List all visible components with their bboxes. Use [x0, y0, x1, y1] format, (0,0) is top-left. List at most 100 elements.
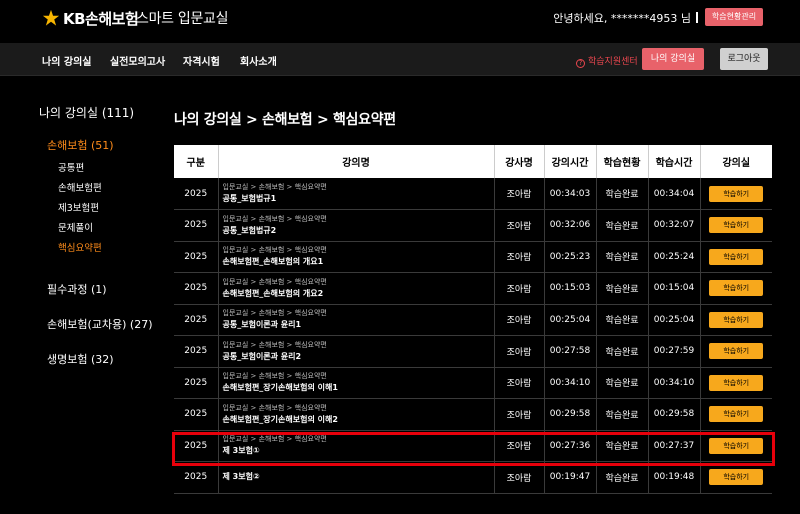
- lecture-table: 구분 강의명 강사명 강의시간 학습현황 학습시간 강의실 2025 입문교실 >…: [174, 145, 772, 494]
- study-button[interactable]: 학습하기: [709, 185, 764, 202]
- study-button[interactable]: 학습하기: [709, 406, 764, 423]
- cell-study-time: 00:19:48: [647, 461, 700, 494]
- cell-study-status: 학습완료: [595, 367, 648, 399]
- cell-lecture-name: 입문교실 > 손해보험 > 핵심요약편공통_보험법규2: [217, 209, 494, 242]
- cell-lecture-time: 00:29:58: [543, 398, 596, 431]
- nav-company-intro[interactable]: 회사소개: [240, 53, 277, 68]
- cell-study-status: 학습완료: [595, 209, 648, 242]
- study-button[interactable]: 학습하기: [709, 217, 764, 234]
- col-header-study-time: 학습시간: [647, 145, 700, 178]
- cell-study-time: 00:29:58: [647, 398, 700, 431]
- study-button[interactable]: 학습하기: [709, 311, 764, 328]
- table-row: 2025 제 3보험② 조아람 00:19:47 학습완료 00:19:48 학습하기: [174, 461, 772, 494]
- cell-lecture-time: 00:19:47: [543, 461, 596, 494]
- cell-teacher: 조아람: [493, 367, 544, 399]
- lecture-title[interactable]: 손해보험편_손해보험의 개요1: [223, 256, 494, 268]
- study-status-manage-button[interactable]: 학습현황관리: [705, 8, 763, 26]
- cell-lecture-time: 00:25:23: [543, 241, 596, 273]
- lecture-title[interactable]: 제 3보험①: [223, 445, 494, 457]
- cell-study-time: 00:27:37: [647, 430, 700, 462]
- cell-classroom: 학습하기: [699, 241, 772, 273]
- table-row: 2025 입문교실 > 손해보험 > 핵심요약편 제 3보험① 조아람 00:27:36…: [174, 430, 772, 462]
- study-button[interactable]: 학습하기: [709, 437, 764, 454]
- lecture-title[interactable]: 공통_보험법규1: [223, 193, 494, 205]
- table-row: 2025 입문교실 > 손해보험 > 핵심요약편 공통_보험이론과 윤리2 조아람 00…: [174, 335, 772, 368]
- lecture-breadcrumb: 입문교실 > 손해보험 > 핵심요약편: [222, 214, 327, 223]
- study-button[interactable]: 학습하기: [709, 343, 764, 360]
- sidebar-category-nonlife[interactable]: 손해보험 (51): [47, 137, 114, 153]
- logout-button[interactable]: 로그아웃: [720, 48, 768, 70]
- cell-study-status: 학습완료: [595, 430, 648, 462]
- cell-study-time: 00:32:07: [647, 209, 700, 242]
- sidebar-category-life[interactable]: 생명보험 (32): [47, 351, 114, 367]
- lecture-title[interactable]: 손해보험편_장기손해보험의 이해1: [223, 382, 494, 394]
- cell-teacher: 조아람: [493, 272, 544, 305]
- sidebar-sub-third-insurance[interactable]: 제3보험편: [58, 200, 99, 214]
- lecture-title[interactable]: 손해보험편_장기손해보험의 이해2: [223, 414, 494, 426]
- table-row: 2025 입문교실 > 손해보험 > 핵심요약편 공통_보험이론과 윤리1 조아람 00…: [174, 304, 772, 336]
- col-header-lecture-time: 강의시간: [543, 145, 596, 178]
- cell-classroom: 학습하기: [699, 178, 772, 210]
- sidebar-sub-nonlife[interactable]: 손해보험편: [58, 180, 102, 194]
- cell-classroom: 학습하기: [699, 398, 772, 431]
- sidebar-sub-key-summary[interactable]: 핵심요약편: [58, 240, 102, 254]
- cell-classroom: 학습하기: [699, 272, 772, 305]
- lecture-breadcrumb: 입문교실 > 손해보험 > 핵심요약편: [222, 403, 327, 412]
- brand-name[interactable]: KB손해보험: [63, 8, 139, 29]
- cell-study-status: 학습완료: [595, 398, 648, 431]
- support-center-label: 학습지원센터: [588, 57, 638, 67]
- sidebar-category-required[interactable]: 필수과정 (1): [47, 281, 107, 297]
- cell-year: 2025: [174, 272, 218, 305]
- cell-study-status: 학습완료: [595, 178, 648, 210]
- sidebar-title[interactable]: 나의 강의실 (111): [39, 104, 134, 121]
- cell-year: 2025: [174, 367, 218, 399]
- cell-lecture-name: 입문교실 > 손해보험 > 핵심요약편 공통_보험이론과 윤리1: [217, 304, 494, 336]
- cell-year: 2025: [174, 178, 218, 210]
- lecture-title[interactable]: 공통_보험이론과 윤리1: [223, 319, 494, 331]
- cell-classroom: 학습하기: [699, 430, 772, 462]
- col-header-classroom: 강의실: [699, 145, 772, 178]
- study-button[interactable]: 학습하기: [709, 248, 764, 265]
- cell-teacher: 조아람: [493, 461, 544, 494]
- cell-lecture-time: 00:34:03: [543, 178, 596, 210]
- cell-teacher: 조아람: [493, 241, 544, 273]
- study-button[interactable]: 학습하기: [709, 280, 764, 297]
- cell-classroom: 학습하기: [699, 461, 772, 494]
- cell-classroom: 학습하기: [699, 209, 772, 242]
- sidebar-sub-problem-solving[interactable]: 문제풀이: [58, 220, 93, 234]
- lecture-breadcrumb: 입문교실 > 손해보험 > 핵심요약편: [222, 372, 327, 381]
- support-center-link[interactable]: ? 학습지원센터: [576, 54, 638, 68]
- cell-study-time: 00:34:10: [647, 367, 700, 399]
- cell-teacher: 조아람: [493, 430, 544, 462]
- lecture-title[interactable]: 손해보험편_손해보험의 개요2: [223, 288, 494, 300]
- my-class-button[interactable]: 나의 강의실: [642, 48, 704, 70]
- lecture-title[interactable]: 공통_보험이론과 윤리2: [223, 351, 494, 363]
- study-button[interactable]: 학습하기: [709, 374, 764, 391]
- user-greeting: 안녕하세요, *******4953 님: [553, 10, 698, 26]
- study-button[interactable]: 학습하기: [709, 469, 764, 486]
- sidebar-category-nonlife-cross[interactable]: 손해보험(교차용) (27): [47, 316, 153, 332]
- cell-year: 2025: [174, 461, 218, 494]
- nav-certification-exam[interactable]: 자격시험: [183, 53, 220, 68]
- lecture-title[interactable]: 제 3보험②: [223, 471, 494, 483]
- cell-study-time: 00:25:24: [647, 241, 700, 273]
- cell-lecture-time: 00:27:36: [543, 430, 596, 462]
- sidebar-sub-common[interactable]: 공통편: [58, 160, 84, 174]
- cell-lecture-name: 입문교실 > 손해보험 > 핵심요약편 제 3보험①: [217, 430, 494, 462]
- cell-year: 2025: [174, 241, 218, 273]
- table-row: 2025 입문교실 > 손해보험 > 핵심요약편 손해보험편_손해보험의 개요1 조아…: [174, 241, 772, 273]
- nav-mock-exam[interactable]: 실전모의고사: [110, 53, 165, 68]
- cell-study-time: 00:25:04: [647, 304, 700, 336]
- lecture-breadcrumb: 입문교실 > 손해보험 > 핵심요약편: [222, 183, 327, 191]
- page-title: 나의 강의실 > 손해보험 > 핵심요약편: [174, 112, 396, 128]
- cell-study-status: 학습완료: [595, 241, 648, 273]
- cell-lecture-time: 00:34:10: [543, 367, 596, 399]
- nav-my-class[interactable]: 나의 강의실: [42, 53, 91, 68]
- top-header: KB손해보험 스마트 입문교실 안녕하세요, *******4953 님 학습현…: [0, 0, 800, 36]
- lecture-title[interactable]: 공통_보험법규2: [223, 225, 494, 237]
- lecture-breadcrumb: 입문교실 > 손해보험 > 핵심요약편: [222, 340, 327, 349]
- table-row: 2025 입문교실 > 손해보험 > 핵심요약편 공통_보험법규1 조아람 00:34:…: [174, 178, 772, 210]
- cell-year: 2025: [174, 304, 218, 336]
- cell-study-status: 학습완료: [595, 461, 648, 494]
- cell-study-status: 학습완료: [595, 304, 648, 336]
